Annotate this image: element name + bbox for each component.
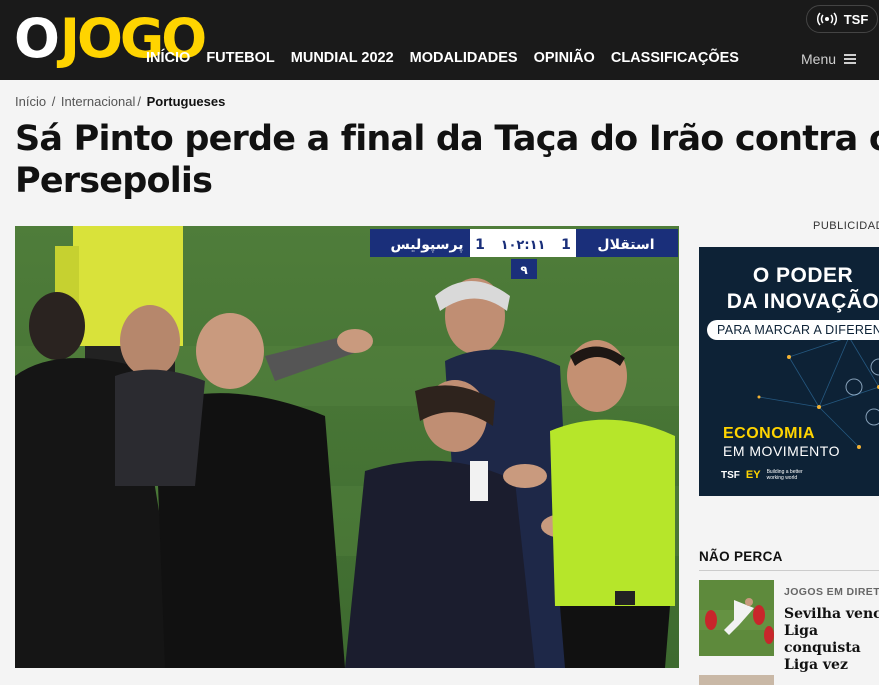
nao-perca-category[interactable]: JOGOS EM DIRETO: [784, 586, 879, 598]
radio-broadcast-icon: [816, 12, 837, 26]
scoreboard-extra-time: ٩: [520, 263, 528, 277]
breadcrumb-section[interactable]: Internacional: [61, 94, 135, 109]
nao-perca-thumbnail[interactable]: [699, 580, 774, 656]
tsf-label: TSF: [843, 11, 869, 27]
ad-economia: ECONOMIA: [723, 425, 815, 442]
nao-perca-title[interactable]: Sevilha vence Liga conquista Liga vez: [784, 606, 879, 674]
nao-perca-heading: NÃO PERCA: [699, 549, 783, 564]
ad-em-movimento: EM MOVIMENTO: [723, 443, 840, 459]
hamburger-icon: [844, 54, 857, 64]
scoreboard-home-score: 1: [561, 237, 571, 253]
menu-button[interactable]: Menu: [801, 51, 857, 67]
ad-tagline: PARA MARCAR A DIFERENÇA: [707, 320, 879, 340]
breadcrumb-home[interactable]: Início: [15, 94, 46, 109]
site-header: O JOGO INÍCIO FUTEBOL MUNDIAL 2022 MODAL…: [0, 0, 879, 80]
main-nav: INÍCIO FUTEBOL MUNDIAL 2022 MODALIDADES …: [146, 50, 739, 66]
article-hero-image[interactable]: استقلال 1 ١٠٢:١١ 1 پرسپولیس ٩: [15, 226, 679, 668]
ad-headline-line-1: O PODER: [752, 264, 854, 287]
advertisement-banner[interactable]: O PODER DA INOVAÇÃO PARA MARCAR A DIFERE…: [699, 247, 879, 496]
ad-brand-logos: TSF EY Building a better working world: [721, 469, 807, 481]
ad-headline: O PODER DA INOVAÇÃO: [717, 263, 879, 315]
nav-modalidades[interactable]: MODALIDADES: [410, 50, 518, 66]
nav-opiniao[interactable]: OPINIÃO: [534, 50, 595, 66]
ad-brand-tagline: Building a better working world: [766, 469, 803, 481]
ad-brand-ey: EY: [745, 469, 761, 481]
breadcrumb-current: Portugueses: [146, 94, 226, 109]
ad-brand-tsf: TSF: [721, 469, 740, 481]
scoreboard-time: ١٠٢:١١: [501, 238, 546, 253]
scoreboard-home-team: استقلال: [597, 237, 654, 253]
ad-label: PUBLICIDADE: [813, 220, 879, 232]
article-title: Sá Pinto perde a final da Taça do Irão c…: [15, 119, 879, 201]
tsf-radio-button[interactable]: TSF: [806, 5, 878, 33]
nav-classificacoes[interactable]: CLASSIFICAÇÕES: [611, 50, 739, 66]
ad-headline-line-2: DA INOVAÇÃO: [726, 290, 879, 313]
menu-label: Menu: [801, 51, 837, 67]
nav-futebol[interactable]: FUTEBOL: [206, 50, 274, 66]
nao-perca-thumbnail-2[interactable]: [699, 675, 774, 685]
nav-mundial-2022[interactable]: MUNDIAL 2022: [291, 50, 394, 66]
breadcrumb: Início / Internacional / Portugueses: [15, 94, 226, 109]
scoreboard-away-score: 1: [475, 237, 485, 253]
nav-inicio[interactable]: INÍCIO: [146, 50, 190, 66]
logo-o: O: [14, 7, 60, 70]
nao-perca-divider: [699, 570, 879, 571]
scoreboard-away-team: پرسپولیس: [391, 237, 464, 253]
